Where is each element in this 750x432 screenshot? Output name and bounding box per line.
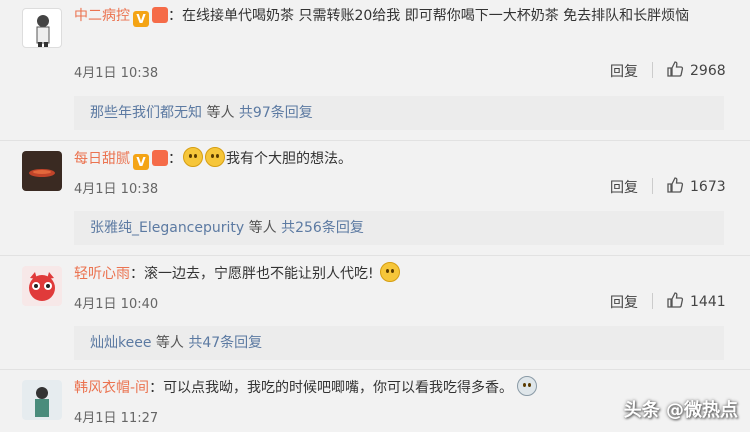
comment-text: 我有个大胆的想法。 xyxy=(226,151,352,167)
drool-emoji-icon xyxy=(517,376,538,396)
comment-text: 在线接单代喝奶茶 只需转账20给我 即可帮你喝下一大杯奶茶 免去排队和长胖烦恼 xyxy=(182,8,690,24)
thumbs-up-icon xyxy=(667,61,684,77)
verified-icon: V xyxy=(133,11,149,27)
reply-button[interactable]: 回复 xyxy=(610,61,638,81)
member-badge-icon xyxy=(152,150,168,166)
smile-emoji-icon xyxy=(183,147,203,167)
yum-emoji-icon xyxy=(379,262,400,282)
thread-count[interactable]: 共97条回复 xyxy=(239,105,313,121)
like-count: 1441 xyxy=(690,294,726,310)
comment-date: 4月1日 11:27 xyxy=(74,411,159,426)
divider xyxy=(652,178,653,194)
comment-text: 滚一边去，宁愿胖也不能让别人代吃! xyxy=(144,266,374,282)
reply-button[interactable]: 回复 xyxy=(610,292,638,312)
comment-item: 轻听心雨：滚一边去，宁愿胖也不能让别人代吃! 4月1日 10:40 回复 144… xyxy=(0,256,750,369)
username[interactable]: 每日甜腻 xyxy=(74,151,130,167)
comment-item: 每日甜腻 V：我有个大胆的想法。 4月1日 10:38 回复 1673 张雅纯_E… xyxy=(0,141,750,255)
thumbs-up-icon xyxy=(667,292,684,308)
username[interactable]: 中二病控 xyxy=(74,8,130,24)
username[interactable]: 轻听心雨 xyxy=(74,266,130,282)
reply-thread[interactable]: 灿灿keee 等人 共47条回复 xyxy=(74,326,724,360)
reply-thread[interactable]: 张雅纯_Elegancepurity 等人 共256条回复 xyxy=(74,211,724,245)
comment-date: 4月1日 10:38 xyxy=(74,182,159,197)
like-count: 2968 xyxy=(690,63,726,79)
like-button[interactable]: 1441 xyxy=(666,291,726,310)
watermark: 头条 @微热点 xyxy=(623,400,738,421)
thread-user[interactable]: 那些年我们都无知 xyxy=(90,105,202,121)
verified-icon: V xyxy=(133,154,149,170)
avatar[interactable] xyxy=(22,8,62,48)
smile-emoji-icon xyxy=(205,147,225,167)
comment-text: 可以点我呦，我吃的时候吧唧嘴，你可以看我吃得多香。 xyxy=(163,380,514,396)
comment-item: 中二病控 V ：在线接单代喝奶茶 只需转账20给我 即可帮你喝下一大杯奶茶 免去排队… xyxy=(0,0,750,140)
thread-count[interactable]: 共47条回复 xyxy=(188,335,262,351)
thread-user[interactable]: 灿灿keee xyxy=(90,335,151,351)
divider xyxy=(652,62,653,78)
comment-date: 4月1日 10:38 xyxy=(74,66,159,81)
like-button[interactable]: 1673 xyxy=(666,176,726,195)
avatar[interactable] xyxy=(22,266,62,306)
username[interactable]: 韩风衣帽-间 xyxy=(74,380,149,396)
like-count: 1673 xyxy=(690,179,726,195)
reply-thread[interactable]: 那些年我们都无知 等人 共97条回复 xyxy=(74,96,724,130)
comment-body: 轻听心雨：滚一边去，宁愿胖也不能让别人代吃! xyxy=(74,262,726,286)
member-badge-icon xyxy=(152,7,168,23)
thumbs-up-icon xyxy=(667,177,684,193)
divider xyxy=(652,293,653,309)
avatar[interactable] xyxy=(22,380,62,420)
thread-user[interactable]: 张雅纯_Elegancepurity xyxy=(90,220,244,236)
reply-button[interactable]: 回复 xyxy=(610,177,638,197)
comment-body: 每日甜腻 V：我有个大胆的想法。 xyxy=(74,147,726,171)
comment-body: 中二病控 V ：在线接单代喝奶茶 只需转账20给我 即可帮你喝下一大杯奶茶 免去排队… xyxy=(74,7,690,27)
comment-date: 4月1日 10:40 xyxy=(74,297,159,312)
like-button[interactable]: 2968 xyxy=(666,60,726,79)
thread-count[interactable]: 共256条回复 xyxy=(281,220,364,236)
avatar[interactable] xyxy=(22,151,62,191)
